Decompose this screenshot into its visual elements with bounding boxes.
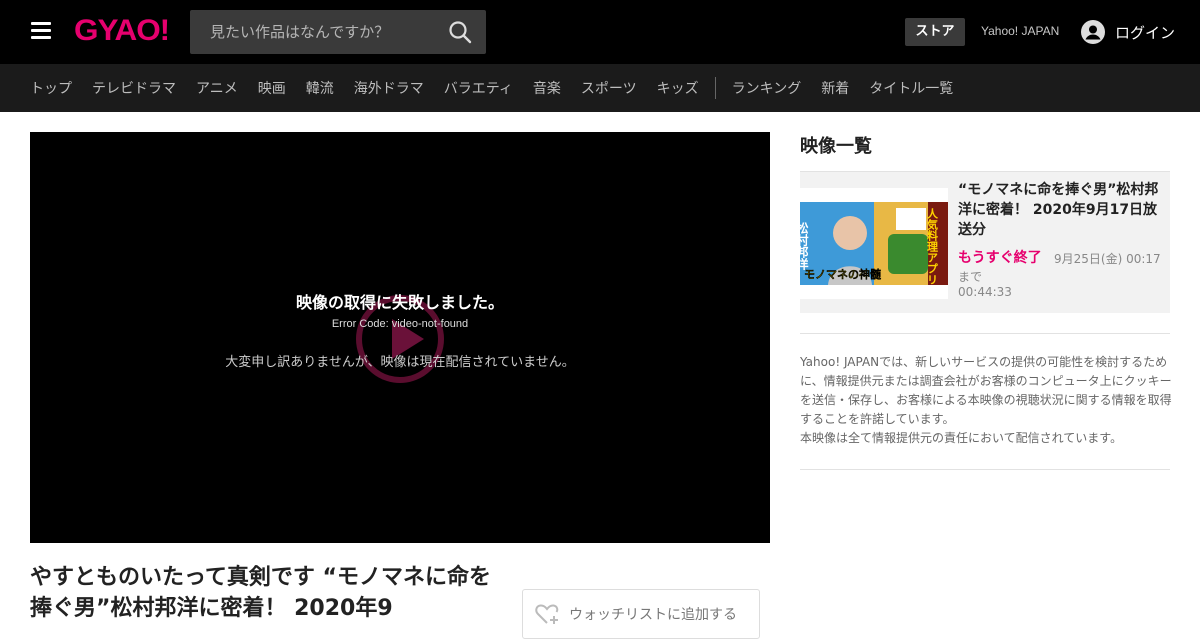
nav-item-korean[interactable]: 韓流 [306, 78, 334, 98]
yahoo-japan-link[interactable]: Yahoo! JAPAN [981, 24, 1059, 38]
top-bar: GYAO! ストア Yahoo! JAPAN ログイン [0, 0, 1200, 64]
thumb-right-text: 人気料理アプリ [926, 207, 939, 285]
login-label: ログイン [1115, 23, 1176, 42]
error-title: 映像の取得に失敗しました。 [295, 293, 504, 312]
user-icon [1081, 20, 1105, 44]
divider [800, 469, 1170, 470]
nav-item-music[interactable]: 音楽 [533, 78, 561, 98]
error-message: 大変申し訳ありませんが、映像は現在配信されていません。 [225, 355, 575, 370]
video-duration: 00:44:33 [958, 285, 1012, 299]
thumb-caption-text: モノマネの神髄 [804, 267, 882, 281]
thumb-name-text: 松村邦洋 [800, 221, 809, 271]
notice-text: Yahoo! JAPANでは、新しいサービスの提供の可能性を検討するために、情報… [800, 353, 1172, 448]
nav-list: トップ テレビドラマ アニメ 映画 韓流 海外ドラマ バラエティ 音楽 スポーツ… [30, 64, 973, 112]
search-icon[interactable] [448, 20, 472, 44]
nav-item-anime[interactable]: アニメ [196, 78, 238, 98]
nav-item-tv-drama[interactable]: テレビドラマ [92, 78, 176, 98]
nav-item-sports[interactable]: スポーツ [581, 78, 637, 98]
store-button[interactable]: ストア [905, 18, 965, 46]
nav-item-movies[interactable]: 映画 [258, 78, 286, 98]
hamburger-menu-icon[interactable] [30, 22, 52, 42]
video-player[interactable]: 映像の取得に失敗しました。 Error Code: video-not-foun… [30, 132, 770, 543]
nav-item-new[interactable]: 新着 [821, 78, 849, 98]
video-list-heading: 映像一覧 [800, 136, 872, 157]
video-title: やすとものいたって真剣です “モノマネに命を捧ぐ男”松村邦洋に密着！ 2020年… [30, 565, 492, 621]
nav-item-kids[interactable]: キッズ [657, 78, 699, 98]
nav-divider [714, 77, 716, 99]
responsibility-notice: 本映像は全て情報提供元の責任において配信されています。 [800, 431, 1123, 445]
video-list-item[interactable]: 松村邦洋 モノマネの神髄 人気料理アプリ “モノマネに命を捧ぐ男”松村邦洋に密着… [795, 171, 1170, 313]
search-box [190, 10, 486, 54]
video-thumbnail[interactable]: 松村邦洋 モノマネの神髄 人気料理アプリ [795, 188, 948, 299]
category-nav: トップ テレビドラマ アニメ 映画 韓流 海外ドラマ バラエティ 音楽 スポーツ… [0, 64, 1200, 112]
login-button[interactable]: ログイン [1081, 20, 1175, 44]
nav-item-overseas-drama[interactable]: 海外ドラマ [354, 78, 424, 98]
error-code: Error Code: video-not-found [331, 318, 469, 330]
video-item-title[interactable]: “モノマネに命を捧ぐ男”松村邦洋に密着！ 2020年9月17日放送分 [958, 180, 1170, 240]
nav-item-title-list[interactable]: タイトル一覧 [869, 78, 953, 98]
divider [800, 333, 1170, 334]
nav-item-variety[interactable]: バラエティ [444, 78, 513, 98]
heart-plus-icon [535, 604, 559, 624]
cookie-notice: Yahoo! JAPANでは、新しいサービスの提供の可能性を検討するために、情報… [800, 355, 1172, 426]
watchlist-label: ウォッチリストに追加する [569, 607, 737, 623]
search-input[interactable] [190, 10, 440, 54]
gyao-logo[interactable]: GYAO! [74, 14, 170, 48]
nav-item-top[interactable]: トップ [30, 78, 72, 98]
nav-item-ranking[interactable]: ランキング [732, 78, 802, 98]
add-to-watchlist-button[interactable]: ウォッチリストに追加する [522, 589, 760, 639]
available-until: 9月25日(金) 00:17まで [958, 252, 1161, 284]
